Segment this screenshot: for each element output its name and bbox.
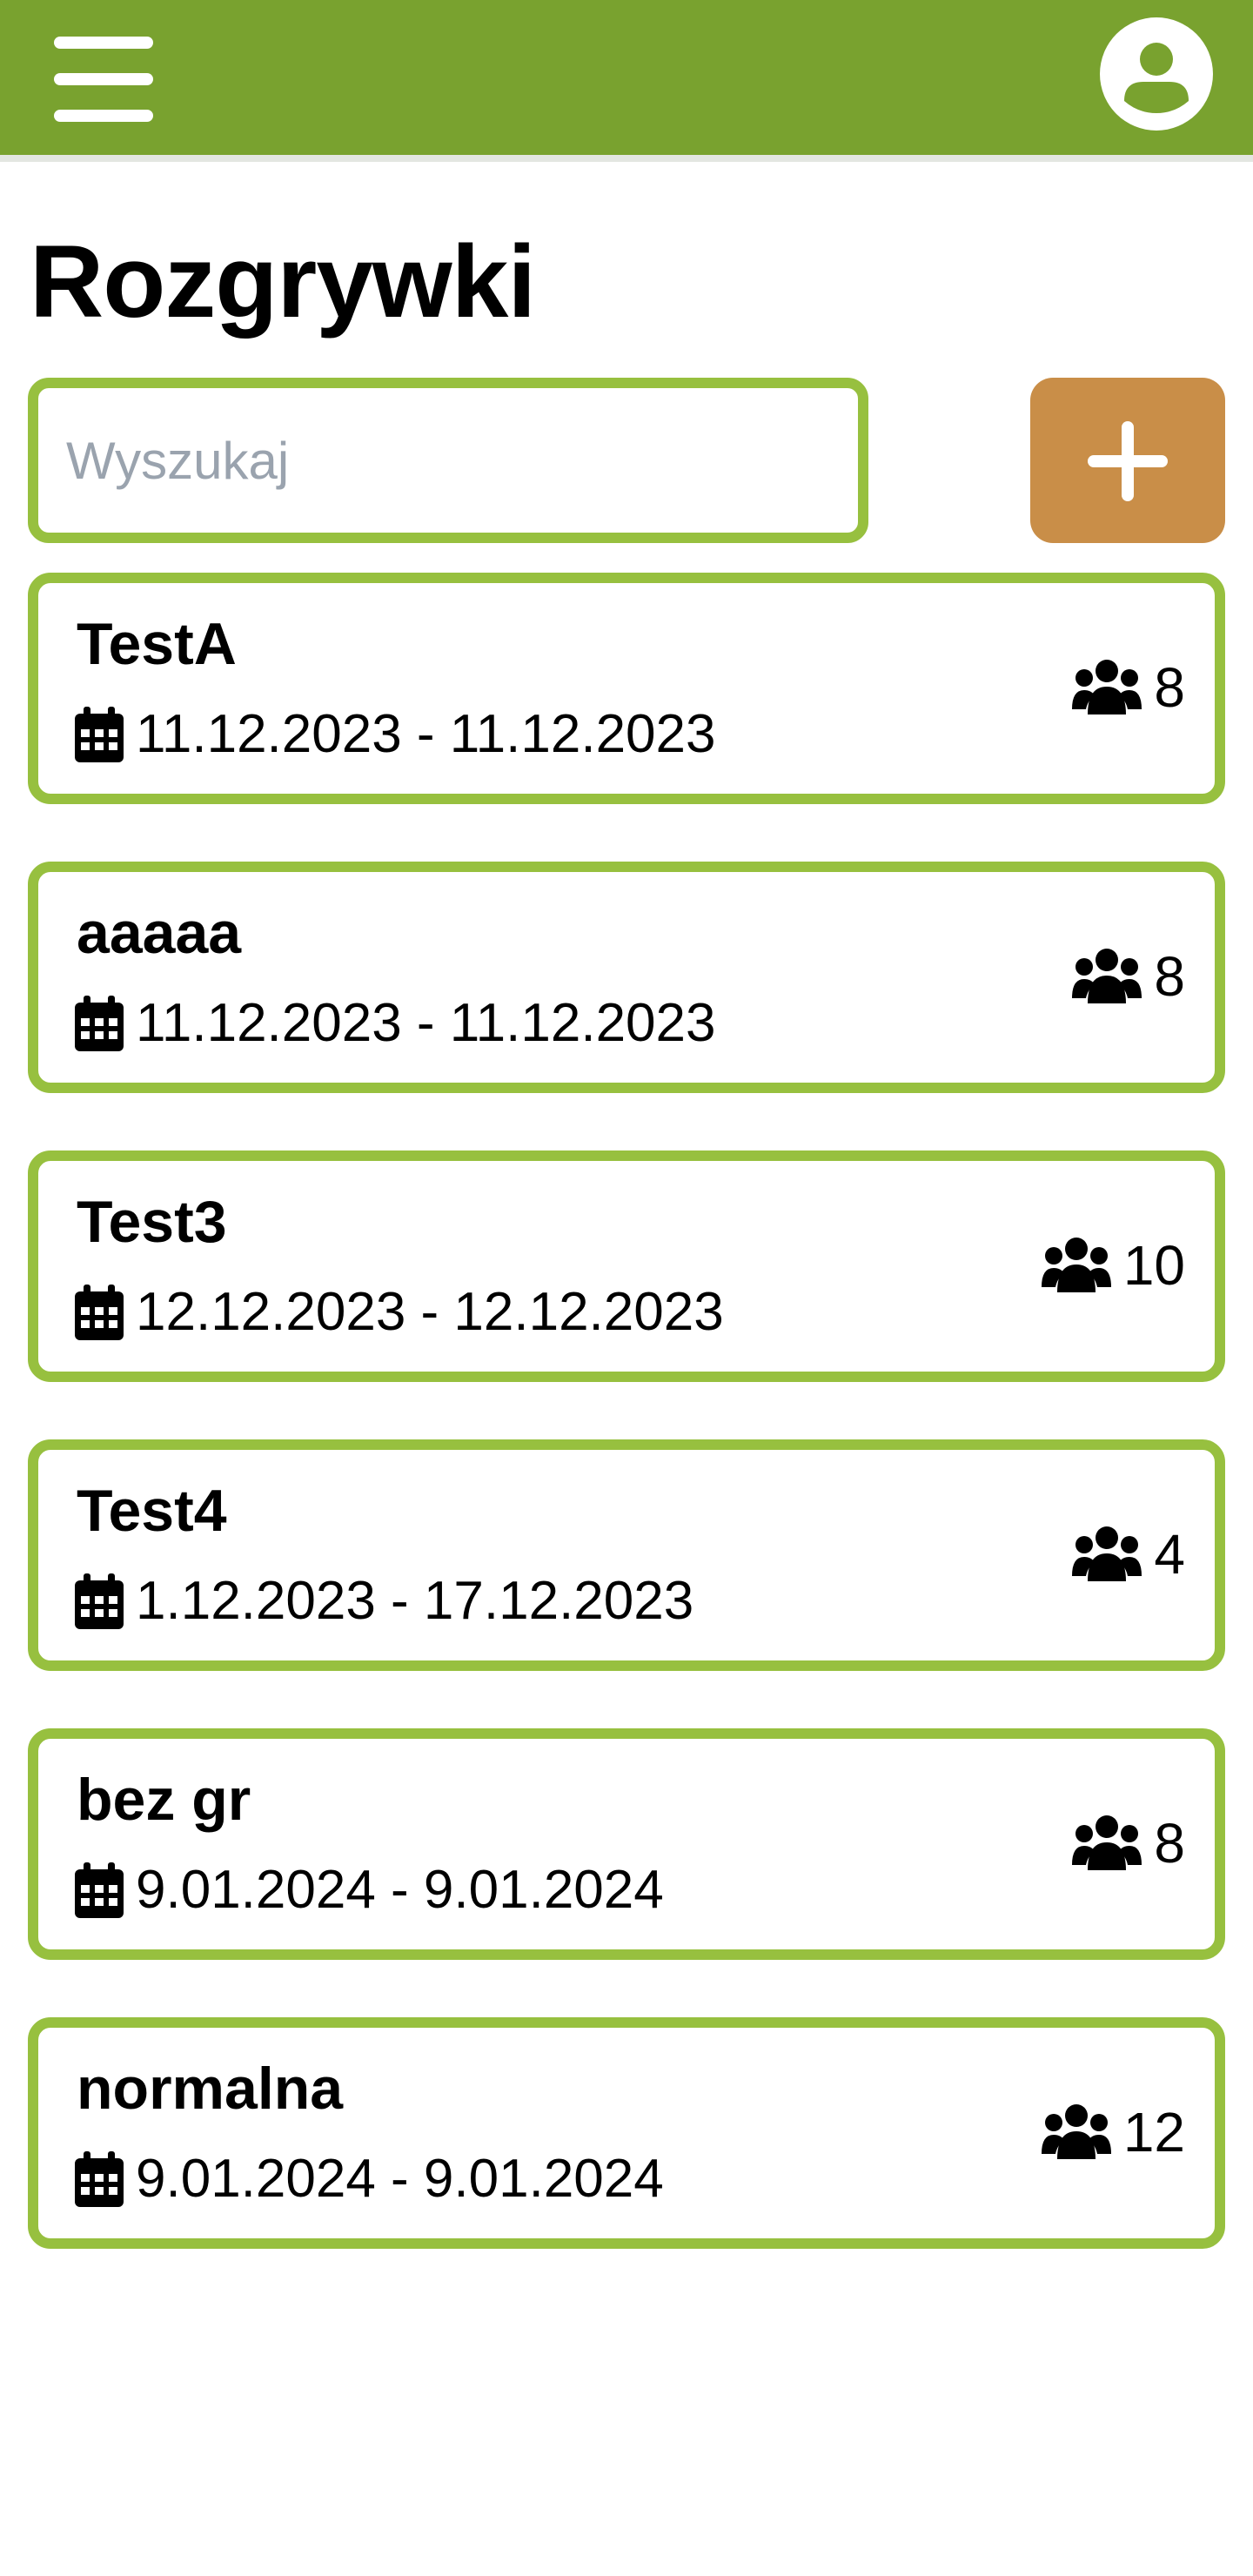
calendar-icon bbox=[75, 996, 124, 1051]
user-profile-icon[interactable] bbox=[1100, 17, 1213, 131]
calendar-icon bbox=[75, 1573, 124, 1629]
date-range-text: 12.12.2023 - 12.12.2023 bbox=[136, 1282, 724, 1342]
calendar-icon bbox=[75, 2151, 124, 2207]
tournament-card[interactable]: aaaaa 11.12.2023 - 11.12.2023 8 bbox=[28, 862, 1225, 1093]
player-count-text: 12 bbox=[1122, 2101, 1185, 2163]
player-count: 4 bbox=[1072, 1519, 1185, 1589]
tournament-card[interactable]: normalna 9.01.2024 - 9.01.2024 12 bbox=[28, 2017, 1225, 2249]
tournament-name: Test4 bbox=[77, 1478, 227, 1544]
calendar-icon bbox=[75, 1285, 124, 1340]
users-icon bbox=[1072, 1526, 1142, 1581]
tournament-card[interactable]: Test3 12.12.2023 - 12.12.2023 10 bbox=[28, 1150, 1225, 1382]
users-icon bbox=[1072, 660, 1142, 714]
date-range-text: 9.01.2024 - 9.01.2024 bbox=[136, 1860, 664, 1920]
player-count: 12 bbox=[1041, 2097, 1185, 2167]
player-count-text: 8 bbox=[1154, 1812, 1185, 1875]
users-icon bbox=[1072, 1815, 1142, 1870]
player-count: 10 bbox=[1041, 1231, 1185, 1300]
date-range-text: 9.01.2024 - 9.01.2024 bbox=[136, 2149, 664, 2209]
add-tournament-button[interactable] bbox=[1030, 378, 1225, 543]
top-app-bar bbox=[0, 0, 1253, 162]
tournament-dates: 12.12.2023 - 12.12.2023 bbox=[75, 1278, 724, 1347]
plus-icon bbox=[1088, 421, 1168, 501]
date-range-text: 11.12.2023 - 11.12.2023 bbox=[136, 993, 716, 1053]
tournament-card[interactable]: TestA 11.12.2023 - 11.12.2023 8 bbox=[28, 573, 1225, 804]
date-range-text: 11.12.2023 - 11.12.2023 bbox=[136, 704, 716, 764]
player-count: 8 bbox=[1072, 653, 1185, 722]
tournament-name: normalna bbox=[77, 2056, 344, 2122]
users-icon bbox=[1072, 949, 1142, 1003]
date-range-text: 1.12.2023 - 17.12.2023 bbox=[136, 1571, 694, 1631]
player-count-text: 10 bbox=[1122, 1234, 1185, 1297]
page-title: Rozgrywki bbox=[30, 225, 536, 339]
users-icon bbox=[1041, 1238, 1111, 1292]
player-count-text: 8 bbox=[1154, 945, 1185, 1008]
tournament-dates: 9.01.2024 - 9.01.2024 bbox=[75, 2144, 664, 2214]
users-icon bbox=[1041, 2104, 1111, 2159]
tournament-dates: 11.12.2023 - 11.12.2023 bbox=[75, 700, 716, 769]
tournament-name: bez gr bbox=[77, 1767, 251, 1833]
calendar-icon bbox=[75, 707, 124, 762]
player-count: 8 bbox=[1072, 1808, 1185, 1878]
search-input[interactable] bbox=[28, 378, 868, 543]
tournament-dates: 1.12.2023 - 17.12.2023 bbox=[75, 1566, 694, 1636]
tournament-name: TestA bbox=[77, 611, 237, 677]
hamburger-menu-icon[interactable] bbox=[54, 37, 153, 124]
player-count-text: 4 bbox=[1154, 1523, 1185, 1586]
player-count: 8 bbox=[1072, 942, 1185, 1011]
tournament-dates: 11.12.2023 - 11.12.2023 bbox=[75, 989, 716, 1058]
tournament-dates: 9.01.2024 - 9.01.2024 bbox=[75, 1855, 664, 1925]
tournament-card[interactable]: bez gr 9.01.2024 - 9.01.2024 8 bbox=[28, 1728, 1225, 1960]
calendar-icon bbox=[75, 1862, 124, 1918]
tournament-name: Test3 bbox=[77, 1189, 227, 1255]
player-count-text: 8 bbox=[1154, 656, 1185, 719]
tournament-card[interactable]: Test4 1.12.2023 - 17.12.2023 4 bbox=[28, 1439, 1225, 1671]
tournament-name: aaaaa bbox=[77, 900, 242, 966]
